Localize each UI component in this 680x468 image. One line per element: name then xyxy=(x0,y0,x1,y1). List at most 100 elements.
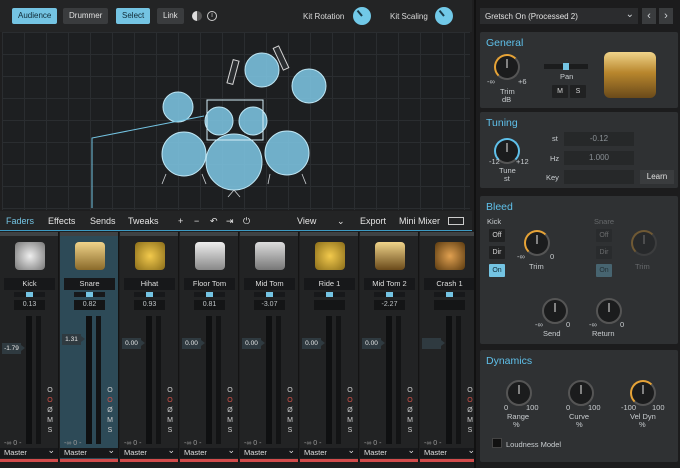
channel-pan-slider[interactable] xyxy=(314,292,345,297)
fader-handle[interactable]: 0.00 xyxy=(182,338,205,349)
fader-track[interactable] xyxy=(266,316,272,444)
channel-pan-slider[interactable] xyxy=(194,292,225,297)
tab-faders[interactable]: Faders xyxy=(6,216,34,226)
channel-pan-slider[interactable] xyxy=(434,292,465,297)
channel-name[interactable]: Crash 1 xyxy=(424,278,475,290)
output-dropdown[interactable]: Master xyxy=(0,445,58,458)
bleed-snare-on[interactable]: On xyxy=(596,264,612,277)
fader-handle[interactable]: 0.00 xyxy=(242,338,265,349)
mute-button[interactable]: M xyxy=(44,416,56,426)
cowbell[interactable] xyxy=(226,59,240,85)
bypass-button[interactable]: O xyxy=(44,386,56,396)
channel-name[interactable]: Ride 1 xyxy=(304,278,355,290)
channel-pan-slider[interactable] xyxy=(74,292,105,297)
audience-button[interactable]: Audience xyxy=(12,8,58,24)
channel-strip[interactable]: Mid Tom -3.07 0.00 O O Ø M S -∞ 0 - Mast… xyxy=(240,232,299,462)
contrast-icon[interactable] xyxy=(192,11,202,21)
record-button[interactable]: O xyxy=(224,396,236,406)
bleed-kick-dir[interactable]: Dir xyxy=(489,246,505,259)
bypass-button[interactable]: O xyxy=(284,386,296,396)
bleed-kick-off[interactable]: Off xyxy=(489,229,505,242)
solo-button[interactable]: S xyxy=(44,426,56,436)
window-icon[interactable] xyxy=(448,217,464,225)
instrument-thumbnail[interactable] xyxy=(255,242,285,270)
fader-handle[interactable]: 0.00 xyxy=(302,338,325,349)
pan-handle[interactable] xyxy=(563,63,569,70)
record-button[interactable]: O xyxy=(344,396,356,406)
next-preset-button[interactable]: › xyxy=(659,8,673,24)
view-chevron-icon[interactable]: ⌄ xyxy=(337,216,345,227)
prev-preset-button[interactable]: ‹ xyxy=(642,8,656,24)
phase-button[interactable]: Ø xyxy=(44,406,56,416)
record-button[interactable]: O xyxy=(164,396,176,406)
fader-track[interactable] xyxy=(326,316,332,444)
fader-track[interactable] xyxy=(146,316,152,444)
channel-strip[interactable]: Mid Tom 2 -2.27 0.00 O O Ø M S -∞ 0 - Ma… xyxy=(360,232,419,462)
bypass-button[interactable]: O xyxy=(404,386,416,396)
bleed-snare-dir[interactable]: Dir xyxy=(596,246,612,259)
output-dropdown[interactable]: Master xyxy=(180,445,238,458)
solo-button[interactable]: S xyxy=(104,426,116,436)
mute-button[interactable]: M xyxy=(104,416,116,426)
channel-name[interactable]: Hihat xyxy=(124,278,175,290)
trim-knob[interactable] xyxy=(494,54,520,80)
learn-button[interactable]: Learn xyxy=(640,170,674,184)
phase-button[interactable]: Ø xyxy=(164,406,176,416)
mute-button[interactable]: M xyxy=(164,416,176,426)
fader-track[interactable] xyxy=(86,316,92,444)
channel-strip[interactable]: Ride 1 0.00 O O Ø M S -∞ 0 - Master xyxy=(300,232,359,462)
channel-name[interactable]: Mid Tom xyxy=(244,278,295,290)
channel-strip[interactable]: Snare 0.82 1.31 O O Ø M S -∞ 0 - Master xyxy=(60,232,119,462)
instrument-thumbnail[interactable] xyxy=(195,242,225,270)
export-button[interactable]: Export xyxy=(360,216,386,226)
mini-mixer-button[interactable]: Mini Mixer xyxy=(399,216,440,226)
remove-icon[interactable]: − xyxy=(194,216,199,226)
snare-drum[interactable] xyxy=(161,131,207,177)
channel-name[interactable]: Floor Tom xyxy=(184,278,235,290)
preset-dropdown[interactable]: Gretsch On (Processed 2) ⌄ xyxy=(480,8,638,24)
channel-pan-slider[interactable] xyxy=(14,292,45,297)
solo-button[interactable]: S xyxy=(344,426,356,436)
solo-button[interactable]: S xyxy=(570,85,586,98)
channel-name[interactable]: Mid Tom 2 xyxy=(364,278,415,290)
floor-tom[interactable] xyxy=(264,130,310,176)
power-icon[interactable]: ⏻ xyxy=(243,216,250,227)
output-dropdown[interactable]: Master xyxy=(120,445,178,458)
tab-sends[interactable]: Sends xyxy=(90,216,116,226)
select-button[interactable]: Select xyxy=(116,8,151,24)
output-dropdown[interactable]: Master xyxy=(360,445,418,458)
record-button[interactable]: O xyxy=(284,396,296,406)
mute-button[interactable]: M xyxy=(284,416,296,426)
info-icon[interactable]: i xyxy=(207,11,217,21)
phase-button[interactable]: Ø xyxy=(284,406,296,416)
channel-pan-slider[interactable] xyxy=(134,292,165,297)
phase-button[interactable]: Ø xyxy=(104,406,116,416)
output-dropdown[interactable]: Master xyxy=(300,445,358,458)
solo-button[interactable]: S xyxy=(224,426,236,436)
record-button[interactable]: O xyxy=(104,396,116,406)
channel-name[interactable]: Kick xyxy=(4,278,55,290)
pan-slider[interactable] xyxy=(544,63,588,70)
phase-button[interactable]: Ø xyxy=(404,406,416,416)
instrument-thumbnail[interactable] xyxy=(315,242,345,270)
kit-scaling-knob[interactable] xyxy=(435,7,453,25)
hz-field[interactable]: 1.000 xyxy=(564,151,634,165)
output-dropdown[interactable]: Master xyxy=(60,445,118,458)
undo-icon[interactable]: ↶ xyxy=(210,216,218,227)
instrument-thumbnail[interactable] xyxy=(15,242,45,270)
fader-track[interactable] xyxy=(26,316,32,444)
tab-effects[interactable]: Effects xyxy=(48,216,75,226)
solo-button[interactable]: S xyxy=(164,426,176,436)
mute-button[interactable]: M xyxy=(344,416,356,426)
instrument-thumbnail[interactable] xyxy=(135,242,165,270)
solo-button[interactable]: S xyxy=(284,426,296,436)
instrument-thumbnail[interactable] xyxy=(375,242,405,270)
record-button[interactable]: O xyxy=(404,396,416,406)
mid-tom[interactable] xyxy=(204,106,234,136)
record-button[interactable]: O xyxy=(44,396,56,406)
channel-strip[interactable]: Hihat 0.93 0.00 O O Ø M S -∞ 0 - Master xyxy=(120,232,179,462)
drum-kit-diagram[interactable] xyxy=(2,32,470,210)
channel-pan-slider[interactable] xyxy=(254,292,285,297)
phase-button[interactable]: Ø xyxy=(344,406,356,416)
collapse-icon[interactable]: ⇥ xyxy=(226,216,234,227)
